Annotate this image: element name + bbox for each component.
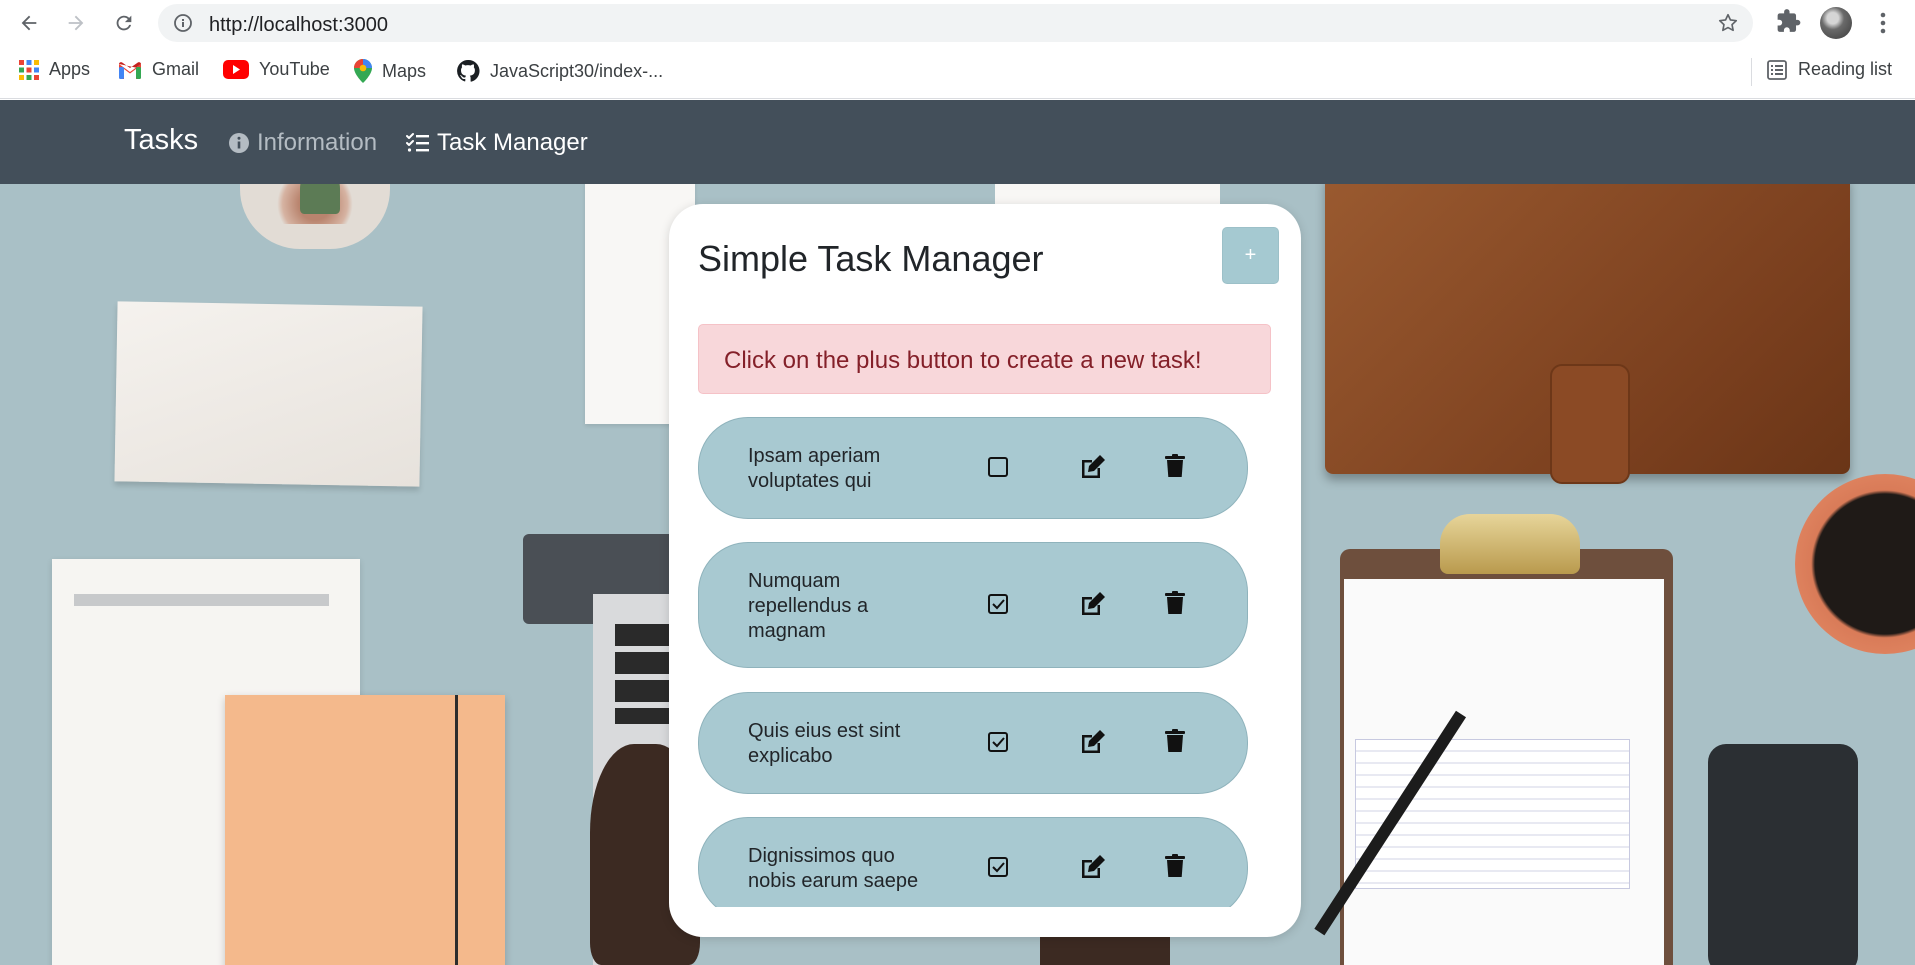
trash-icon[interactable] — [1165, 454, 1185, 478]
nav-link-information[interactable]: Information — [228, 129, 377, 157]
task-text: Numquam repellendus a magnam — [748, 570, 869, 642]
edit-icon[interactable] — [1079, 729, 1106, 755]
arrow-left-icon — [21, 15, 37, 31]
edit-icon[interactable] — [1079, 454, 1106, 480]
info-circle-icon — [228, 132, 250, 154]
bookmark-youtube[interactable]: YouTube — [223, 59, 330, 80]
bookmark-label: JavaScript30/index-... — [490, 60, 664, 81]
clipboard-clip — [1440, 514, 1580, 574]
task-item: Quis eius est sint explicabo — [698, 692, 1248, 794]
notepad-header-bar — [74, 594, 329, 606]
menu-kebab-icon[interactable] — [1875, 10, 1891, 41]
nav-link-label: Information — [257, 129, 378, 156]
info-icon[interactable] — [173, 13, 193, 38]
back-button[interactable] — [14, 8, 44, 38]
bookmark-star-icon[interactable] — [1717, 12, 1739, 39]
page-title: Simple Task Manager — [698, 238, 1044, 279]
bookmark-apps[interactable]: Apps — [19, 59, 90, 80]
bookmarks-bar: Apps Gmail YouTube Maps JavaScript30/ind… — [0, 46, 1915, 99]
task-item: Ipsam aperiam voluptates qui — [698, 417, 1248, 519]
checkbox-unchecked-icon[interactable] — [987, 456, 1009, 478]
bookmark-label: Maps — [382, 60, 427, 81]
plant-leaves — [300, 184, 340, 214]
arrow-right-icon — [68, 15, 84, 31]
trash-icon[interactable] — [1165, 729, 1185, 753]
portfolio-strap — [1550, 364, 1630, 484]
bookmark-maps[interactable]: Maps — [354, 59, 426, 83]
trash-icon[interactable] — [1165, 591, 1185, 615]
profile-avatar[interactable] — [1820, 7, 1852, 39]
reading-list-label: Reading list — [1798, 59, 1893, 79]
app-navbar: Tasks Information Task Manager — [0, 100, 1915, 184]
browser-toolbar: http://localhost:3000 — [0, 0, 1915, 46]
task-list[interactable]: Ipsam aperiam voluptates qui Numquam rep… — [698, 417, 1271, 907]
github-icon — [456, 59, 480, 83]
folder-band — [455, 695, 458, 965]
bookmark-gmail[interactable]: Gmail — [118, 59, 199, 80]
nav-link-label: Task Manager — [437, 129, 588, 156]
address-bar[interactable]: http://localhost:3000 — [158, 4, 1753, 42]
checkbox-checked-icon[interactable] — [987, 856, 1009, 878]
task-item: Numquam repellendus a magnam — [698, 542, 1248, 668]
coffee-cup — [1795, 474, 1915, 654]
gmail-icon — [118, 61, 142, 79]
smartphone — [1708, 744, 1858, 965]
trash-icon[interactable] — [1165, 854, 1185, 878]
cashbook — [114, 301, 423, 487]
checkbox-checked-icon[interactable] — [987, 731, 1009, 753]
apps-grid-icon — [19, 59, 39, 80]
reading-list-icon — [1767, 59, 1787, 80]
task-text: Dignissimos quo nobis earum saepe — [748, 845, 919, 892]
bookmark-label: YouTube — [259, 59, 330, 79]
add-task-button[interactable]: + — [1222, 227, 1279, 284]
bookmark-label: Gmail — [152, 59, 200, 79]
task-text: Ipsam aperiam voluptates qui — [748, 445, 881, 492]
paper-document-right — [995, 184, 1220, 204]
laptop-keys — [615, 624, 675, 724]
task-text: Quis eius est sint explicabo — [748, 720, 901, 767]
forward-button[interactable] — [61, 8, 91, 38]
youtube-icon — [223, 60, 249, 79]
info-alert: Click on the plus button to create a new… — [698, 324, 1271, 394]
nav-link-task-manager[interactable]: Task Manager — [406, 129, 588, 157]
checkbox-checked-icon[interactable] — [987, 593, 1009, 615]
edit-icon[interactable] — [1079, 591, 1106, 617]
url-text[interactable]: http://localhost:3000 — [209, 14, 388, 37]
tasks-list-icon — [406, 132, 430, 154]
edit-icon[interactable] — [1079, 854, 1106, 880]
bookmark-label: Apps — [49, 59, 91, 79]
bookmarks-divider — [1751, 58, 1752, 86]
extensions-icon[interactable] — [1776, 8, 1802, 39]
peach-folder — [225, 695, 505, 965]
reload-icon — [116, 15, 132, 31]
task-manager-card: Simple Task Manager + Click on the plus … — [669, 204, 1301, 937]
reading-list-button[interactable]: Reading list — [1767, 59, 1892, 80]
navbar-brand[interactable]: Tasks — [124, 124, 198, 157]
reload-button[interactable] — [109, 8, 139, 38]
task-item: Dignissimos quo nobis earum saepe — [698, 817, 1248, 907]
bookmark-javascript30[interactable]: JavaScript30/index-... — [456, 59, 663, 83]
maps-pin-icon — [354, 59, 372, 83]
